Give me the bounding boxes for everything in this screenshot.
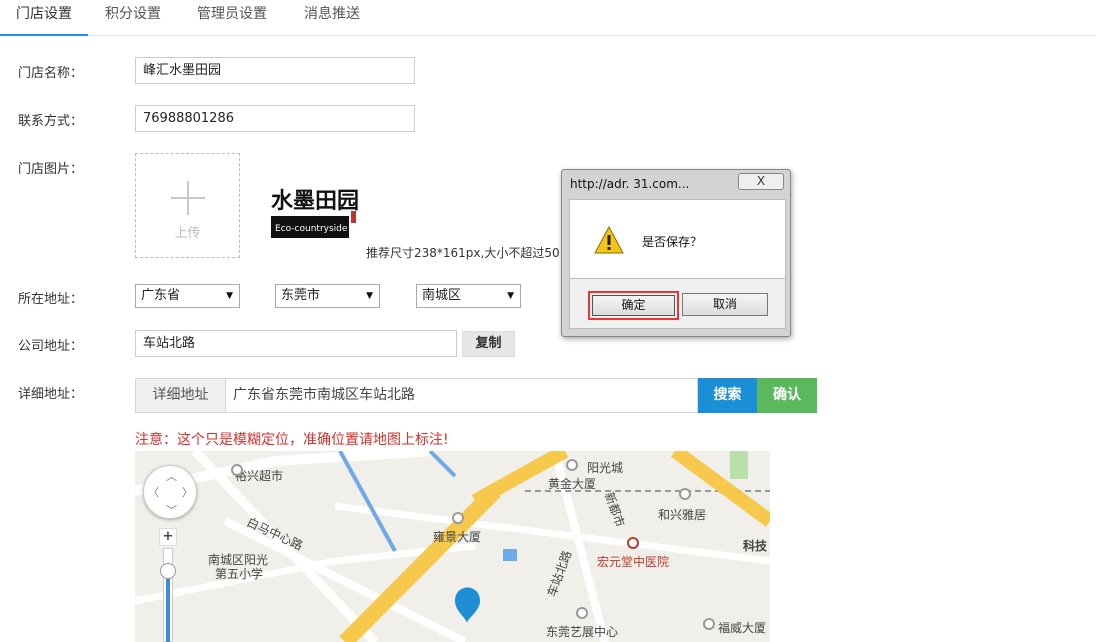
tab-bar: 门店设置 积分设置 管理员设置 消息推送: [0, 0, 1096, 36]
save-confirm-dialog: http://adr. 31.com... X 是否保存？ 确定 取消: [561, 169, 791, 337]
map-label: 阳光城: [587, 461, 624, 475]
district-value: 南城区: [422, 288, 462, 303]
tab-points-settings[interactable]: 积分设置: [88, 0, 178, 36]
province-value: 广东省: [141, 288, 181, 303]
ok-button-focus-ring: 确定: [588, 291, 679, 320]
upload-label: 上传: [174, 226, 201, 241]
map-label: 福威大厦: [718, 621, 767, 635]
image-size-hint: 推荐尺寸238*161px,大小不超过50: [366, 246, 560, 260]
store-image-thumbnail[interactable]: 水墨田园 Eco-countryside: [261, 153, 366, 258]
pan-up-icon[interactable]: ︿: [166, 468, 177, 484]
map-label: 科技: [743, 539, 768, 553]
map-view[interactable]: 裕兴超市 阳光城 黄金大厦 和兴雅居 白马中心路 南城区阳光 第五小学 雍景大厦…: [135, 451, 770, 642]
dropdown-arrow-icon: ▼: [507, 291, 514, 301]
contact-label: 联系方式：: [18, 114, 84, 129]
map-roads: [135, 451, 770, 642]
svg-text:Eco-countryside: Eco-countryside: [275, 224, 348, 234]
pan-down-icon[interactable]: ﹀: [166, 502, 177, 518]
poi-icon: [452, 512, 464, 524]
hospital-icon: [627, 537, 639, 549]
map-label: 东莞艺展中心: [546, 625, 619, 639]
detail-address-prefix: 详细地址: [135, 378, 226, 413]
map-label: 和兴雅居: [658, 508, 707, 522]
location-notice: 注意：这个只是模糊定位，准确位置请地图上标注!: [135, 432, 449, 448]
search-button[interactable]: 搜索: [698, 378, 757, 413]
dialog-title: http://adr. 31.com...: [570, 177, 690, 191]
store-name-input[interactable]: 峰汇水墨田园: [135, 57, 415, 84]
dialog-body: 是否保存？: [569, 199, 786, 279]
tab-message-push[interactable]: 消息推送: [286, 0, 378, 36]
dialog-message: 是否保存？: [642, 235, 703, 249]
ok-button[interactable]: 确定: [592, 295, 675, 316]
company-address-label: 公司地址：: [18, 339, 84, 354]
map-label: 雍景大厦: [433, 530, 482, 544]
poi-icon: [576, 607, 588, 619]
cancel-button[interactable]: 取消: [682, 293, 768, 316]
upload-button[interactable]: 上传: [135, 153, 240, 258]
confirm-button[interactable]: 确认: [757, 378, 817, 413]
warning-icon: [594, 226, 624, 254]
company-address-input[interactable]: 车站北路: [135, 330, 457, 357]
poi-icon: [566, 459, 578, 471]
detail-address-label: 详细地址：: [18, 387, 84, 402]
copy-button[interactable]: 复制: [462, 331, 515, 357]
dialog-close-button[interactable]: X: [738, 173, 784, 190]
poi-icon: [679, 488, 691, 500]
city-value: 东莞市: [281, 288, 321, 303]
tab-store-settings[interactable]: 门店设置: [0, 0, 88, 36]
map-label: 黄金大厦: [548, 477, 597, 491]
map-pan-control[interactable]: ︿ 〈 〉 ﹀: [143, 465, 197, 519]
poi-icon: [231, 464, 243, 476]
map-label: 宏元堂中医院: [597, 555, 670, 569]
dialog-footer: 确定 取消: [569, 279, 786, 329]
zoom-slider-handle[interactable]: [160, 563, 176, 579]
map-label: 第五小学: [215, 567, 264, 581]
city-select[interactable]: 东莞市 ▼: [275, 284, 380, 308]
province-select[interactable]: 广东省 ▼: [135, 284, 240, 308]
district-select[interactable]: 南城区 ▼: [416, 284, 521, 308]
contact-input[interactable]: 76988801286: [135, 105, 415, 132]
pan-left-icon[interactable]: 〈: [148, 484, 159, 500]
poi-icon: [703, 618, 715, 630]
pan-right-icon[interactable]: 〉: [182, 484, 193, 500]
detail-address-input[interactable]: 广东省东莞市南城区车站北路: [226, 378, 698, 413]
tab-admin-settings[interactable]: 管理员设置: [178, 0, 286, 36]
dropdown-arrow-icon: ▼: [366, 291, 373, 301]
location-label: 所在地址：: [18, 292, 84, 307]
svg-text:水墨田园: 水墨田园: [271, 188, 359, 214]
store-logo: 水墨田园 Eco-countryside: [271, 188, 359, 238]
zoom-in-button[interactable]: +: [159, 528, 177, 546]
dropdown-arrow-icon: ▼: [226, 291, 233, 301]
store-name-label: 门店名称：: [18, 66, 84, 81]
store-image-label: 门店图片：: [18, 162, 84, 177]
